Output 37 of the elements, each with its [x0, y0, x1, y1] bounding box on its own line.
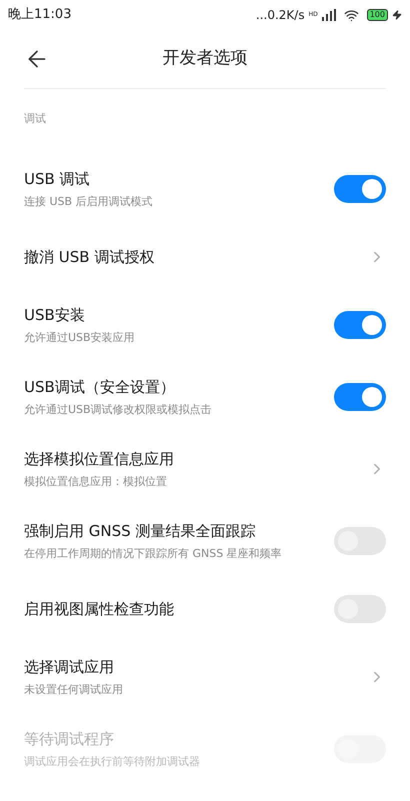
toggle-switch[interactable] — [334, 175, 386, 203]
toggle-switch[interactable] — [334, 311, 386, 339]
row-title: 选择调试应用 — [24, 657, 115, 678]
row-title: 等待调试程序 — [24, 729, 115, 750]
settings-row[interactable]: USB安装 允许通过USB安装应用 — [0, 289, 410, 361]
row-title: 选择模拟位置信息应用 — [24, 449, 174, 470]
status-time: 晚上11:03 — [8, 6, 72, 24]
section-header: 调试 — [24, 110, 46, 126]
toggle-switch[interactable] — [334, 527, 386, 555]
row-subtitle: 未设置任何调试应用 — [24, 682, 123, 698]
row-title: 启用视图属性检查功能 — [24, 598, 174, 620]
toggle-switch[interactable] — [334, 595, 386, 623]
settings-row[interactable]: 启用视图属性检查功能 — [0, 577, 410, 641]
signal-icon — [322, 9, 336, 21]
row-subtitle: 连接 USB 后启用调试模式 — [24, 194, 153, 210]
settings-row[interactable]: 强制启用 GNSS 测量结果全面跟踪 在停用工作周期的情况下跟踪所有 GNSS 星座和频率 — [0, 505, 410, 577]
settings-row[interactable]: 选择调试应用 未设置任何调试应用 — [0, 641, 410, 713]
charging-icon — [392, 10, 402, 20]
toggle-switch[interactable] — [334, 383, 386, 411]
row-title: 撤消 USB 调试授权 — [24, 246, 154, 268]
network-speed: ...0.2K/s — [256, 7, 305, 24]
settings-row[interactable]: USB 调试 连接 USB 后启用调试模式 — [0, 153, 410, 225]
row-title: USB调试（安全设置） — [24, 377, 176, 398]
row-subtitle: 在停用工作周期的情况下跟踪所有 GNSS 星座和频率 — [24, 546, 282, 562]
row-title: USB安装 — [24, 305, 86, 326]
settings-row[interactable]: USB调试（安全设置） 允许通过USB调试修改权限或模拟点击 — [0, 361, 410, 433]
row-subtitle: 允许通过USB调试修改权限或模拟点击 — [24, 402, 212, 418]
row-subtitle: 允许通过USB安装应用 — [24, 330, 135, 346]
row-subtitle: 模拟位置信息应用：模拟位置 — [24, 474, 168, 490]
row-title: USB 调试 — [24, 169, 91, 190]
page-title: 开发者选项 — [162, 47, 248, 70]
row-title: 强制启用 GNSS 测量结果全面跟踪 — [24, 521, 256, 542]
battery-icon: 100 — [366, 9, 388, 21]
settings-row[interactable]: 撤消 USB 调试授权 — [0, 225, 410, 289]
row-subtitle: 调试应用会在执行前等待附加调试器 — [24, 754, 200, 770]
settings-row[interactable]: 选择模拟位置信息应用 模拟位置信息应用：模拟位置 — [0, 433, 410, 505]
wifi-icon — [344, 8, 359, 22]
